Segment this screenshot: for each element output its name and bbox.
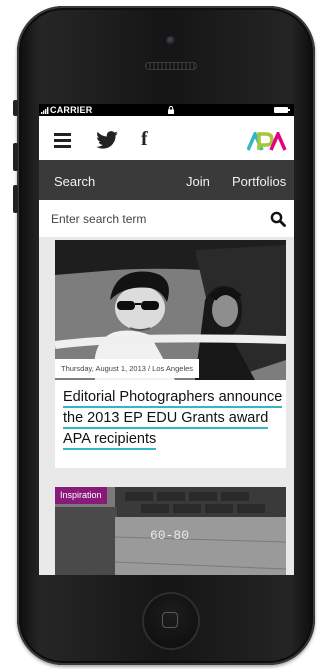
battery-icon xyxy=(274,107,290,113)
facebook-icon[interactable]: f xyxy=(141,128,148,151)
article-card-inspiration[interactable]: 60-80 Inspiration xyxy=(55,487,286,575)
volume-up-button xyxy=(13,143,18,171)
category-tag[interactable]: Inspiration xyxy=(55,487,107,504)
article-photo: Thursday, August 1, 2013 / Los Angeles xyxy=(55,240,286,380)
status-bar: CARRIER xyxy=(39,104,294,116)
top-bar: f xyxy=(39,116,294,160)
menu-icon[interactable] xyxy=(54,133,71,148)
lock-icon xyxy=(168,106,174,114)
carrier-label: CARRIER xyxy=(50,105,93,115)
article-card[interactable]: Thursday, August 1, 2013 / Los Angeles E… xyxy=(55,240,286,468)
nav-search[interactable]: Search xyxy=(54,174,95,189)
twitter-icon[interactable] xyxy=(96,131,118,149)
search-input[interactable] xyxy=(51,209,261,229)
front-camera xyxy=(166,36,176,46)
article-date: Thursday, August 1, 2013 / Los Angeles xyxy=(55,359,200,378)
nav-portfolios[interactable]: Portfolios xyxy=(232,174,286,189)
earpiece-speaker xyxy=(145,62,197,70)
volume-down-button xyxy=(13,185,18,213)
search-icon[interactable] xyxy=(270,211,286,227)
search-bar xyxy=(39,200,294,237)
nav-join[interactable]: Join xyxy=(186,174,210,189)
photo-painted-number: 60-80 xyxy=(150,528,189,543)
main-nav: Search Join Portfolios xyxy=(39,160,294,200)
signal-icon xyxy=(41,107,49,114)
home-button-icon xyxy=(162,612,178,628)
article-headline-text[interactable]: Editorial Photographers announce the 201… xyxy=(63,389,283,450)
apa-logo[interactable] xyxy=(247,132,289,152)
article-headline[interactable]: Editorial Photographers announce the 201… xyxy=(63,387,283,450)
mute-switch xyxy=(13,100,18,116)
phone-screen: CARRIER f Search Join Portfolios Enter s… xyxy=(39,104,294,575)
